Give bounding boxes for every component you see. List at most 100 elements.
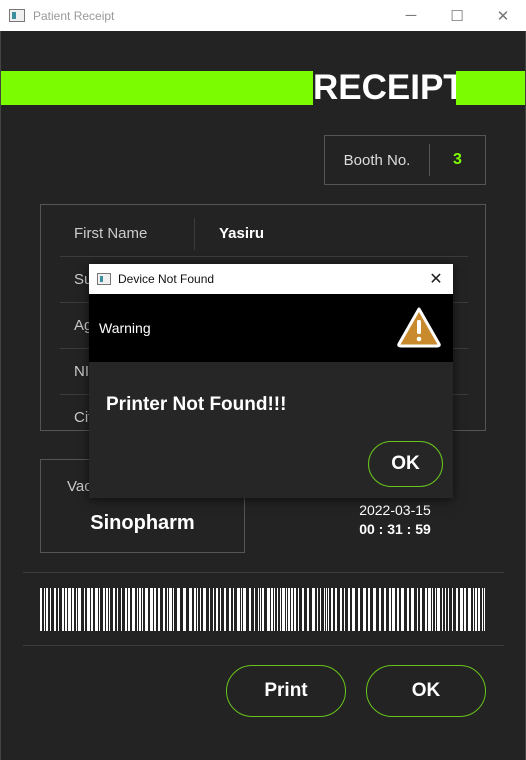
barcode-bar <box>46 588 48 631</box>
barcode-bar <box>72 588 74 631</box>
barcode-bar <box>478 588 480 631</box>
barcode-bar <box>121 588 122 631</box>
separator-bottom <box>23 645 504 646</box>
barcode-bar <box>368 588 370 631</box>
barcode-bar <box>326 588 327 631</box>
barcode-bar <box>417 588 418 631</box>
barcode-bar <box>271 588 273 631</box>
barcode-bar <box>169 588 172 631</box>
ok-button[interactable]: OK <box>366 665 486 717</box>
barcode-bar <box>320 588 321 631</box>
dialog-app-icon <box>97 273 111 285</box>
barcode-bar <box>84 588 85 631</box>
barcode-bar <box>167 588 168 631</box>
booth-number: 3 <box>453 151 462 168</box>
barcode-bar <box>442 588 443 631</box>
barcode-bar <box>482 588 483 631</box>
barcode-bar <box>294 588 296 631</box>
barcode-bar <box>407 588 409 631</box>
dialog-ok-button[interactable]: OK <box>368 441 443 487</box>
barcode-bar <box>249 588 251 631</box>
barcode-bar <box>358 588 360 631</box>
barcode-bar <box>183 588 186 631</box>
barcode-bar <box>291 588 293 631</box>
barcode-bar <box>312 588 315 631</box>
barcode-bar <box>132 588 135 631</box>
barcode-bar <box>150 588 153 631</box>
barcode-bar <box>274 588 275 631</box>
barcode-bar <box>262 588 264 631</box>
barcode-bar <box>237 588 240 631</box>
barcode-bar <box>288 588 290 631</box>
barcode-bar <box>44 588 45 631</box>
barcode-bar <box>379 588 381 631</box>
barcode-bar <box>475 588 477 631</box>
barcode-bar <box>280 588 281 631</box>
barcode-bar <box>163 588 165 631</box>
barcode-bar <box>154 588 156 631</box>
row-divider <box>194 218 195 250</box>
maximize-button[interactable]: ☐ <box>434 0 480 31</box>
barcode-bar <box>484 588 485 631</box>
barcode-bar <box>158 588 160 631</box>
barcode-bar <box>173 588 174 631</box>
barcode-bar <box>241 588 242 631</box>
barcode-bar <box>177 588 180 631</box>
print-button[interactable]: Print <box>226 665 346 717</box>
barcode-bar <box>435 588 436 631</box>
barcode-bar <box>425 588 427 631</box>
barcode-bar <box>54 588 56 631</box>
barcode-bar <box>460 588 463 631</box>
booth-box: Booth No. 3 <box>324 135 486 185</box>
app-icon <box>9 9 25 22</box>
warning-icon <box>397 307 441 348</box>
barcode-bar <box>286 588 287 631</box>
barcode-bar <box>420 588 422 631</box>
barcode-bar <box>103 588 105 631</box>
window-controls: ─ ☐ ✕ <box>388 0 526 31</box>
barcode-bar <box>473 588 474 631</box>
barcode-bar <box>113 588 115 631</box>
close-button[interactable]: ✕ <box>480 0 526 31</box>
dialog-title: Device Not Found <box>118 272 215 286</box>
barcode-bar <box>428 588 431 631</box>
barcode-bar <box>139 588 141 631</box>
barcode-bar <box>260 588 261 631</box>
header-accent-bar-right <box>456 71 525 105</box>
barcode-bar <box>68 588 71 631</box>
barcode-bar <box>456 588 458 631</box>
barcode-bar <box>307 588 309 631</box>
barcode-bar <box>437 588 440 631</box>
vaccine-value: Sinopharm <box>90 512 195 534</box>
barcode-bar <box>106 588 108 631</box>
dialog-close-button[interactable]: ✕ <box>419 264 453 294</box>
barcode-bar <box>213 588 214 631</box>
barcode-bar <box>220 588 221 631</box>
barcode-bar <box>392 588 395 631</box>
barcode-bar <box>216 588 218 631</box>
barcode-bar <box>389 588 391 631</box>
dialog-warning-label: Warning <box>99 320 151 336</box>
receipt-date: 2022-03-15 <box>359 502 431 518</box>
barcode-bar <box>352 588 355 631</box>
barcode-bar <box>76 588 77 631</box>
barcode-bar <box>233 588 234 631</box>
dialog-title-bar: Device Not Found ✕ <box>89 264 453 294</box>
barcode-bar <box>117 588 118 631</box>
barcode-bar <box>331 588 333 631</box>
barcode-bar <box>258 588 259 631</box>
window-title: Patient Receipt <box>33 8 115 23</box>
separator-top <box>23 572 504 573</box>
barcode-bar <box>464 588 466 631</box>
barcode-bar <box>50 588 51 631</box>
barcode-bar <box>373 588 376 631</box>
barcode-bar <box>87 588 90 631</box>
barcode-bar <box>109 588 110 631</box>
minimize-button[interactable]: ─ <box>388 0 434 31</box>
barcode-bar <box>267 588 270 631</box>
receipt-time: 00 : 31 : 59 <box>359 521 431 537</box>
barcode-bar <box>468 588 471 631</box>
barcode <box>40 588 485 631</box>
barcode-bar <box>229 588 231 631</box>
barcode-bar <box>324 588 325 631</box>
